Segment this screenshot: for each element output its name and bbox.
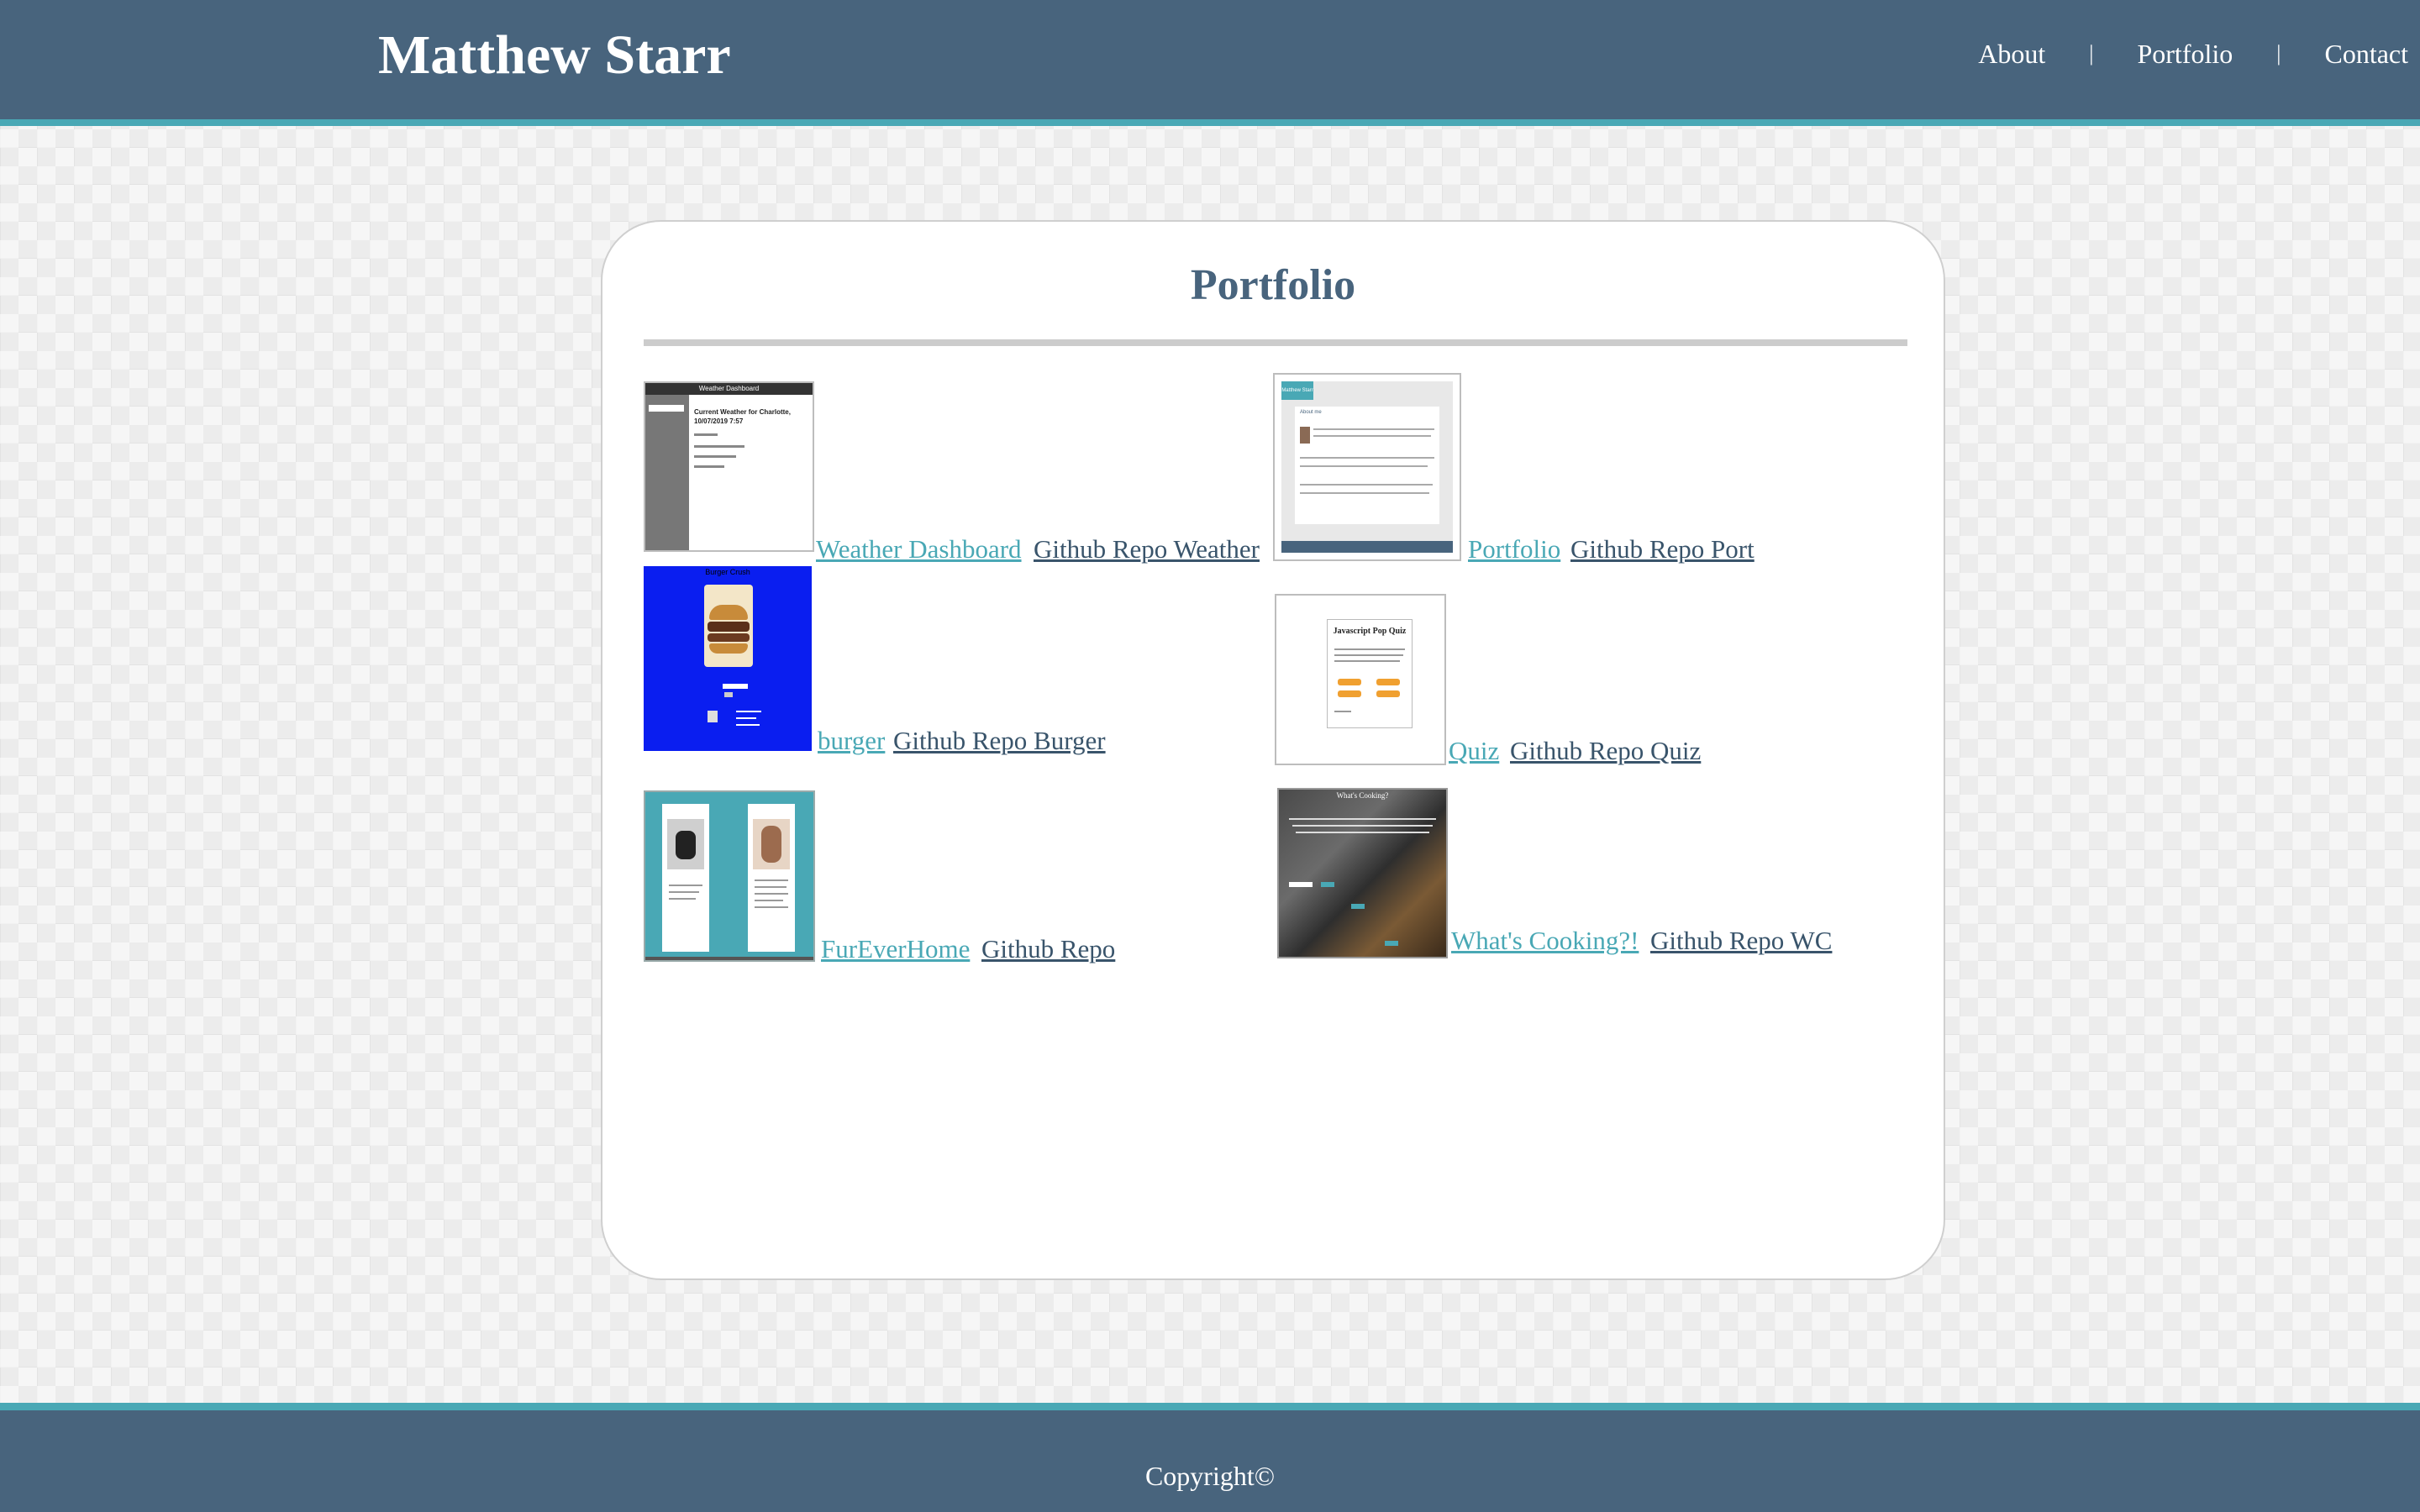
thumb-line bbox=[1313, 428, 1434, 430]
thumb-line bbox=[736, 724, 760, 726]
nav-separator: | bbox=[2276, 41, 2281, 66]
thumb-line bbox=[694, 455, 736, 458]
thumb-line bbox=[669, 891, 699, 893]
thumb-pet-photo bbox=[667, 819, 704, 869]
thumb-line bbox=[755, 906, 788, 908]
site-header: Matthew Starr About | Portfolio | Contac… bbox=[0, 0, 2420, 126]
thumb-line bbox=[755, 886, 786, 888]
copyright-text: Copyright© bbox=[1144, 1461, 1276, 1491]
thumb-line bbox=[1296, 832, 1429, 833]
thumb-avatar bbox=[1300, 427, 1310, 444]
thumb-line bbox=[1334, 711, 1351, 712]
thumb-line bbox=[1289, 818, 1436, 820]
weather-repo-link[interactable]: Github Repo Weather bbox=[1034, 534, 1260, 564]
thumb-button bbox=[1351, 904, 1365, 909]
thumb-bun bbox=[709, 605, 748, 620]
nav-portfolio-link[interactable]: Portfolio bbox=[2137, 39, 2233, 70]
thumb-input bbox=[723, 684, 748, 689]
thumb-button bbox=[708, 711, 718, 722]
thumb-patty bbox=[708, 633, 750, 642]
fureverhome-repo-link[interactable]: Github Repo bbox=[981, 934, 1115, 964]
thumb-footer bbox=[1281, 541, 1453, 553]
thumb-line bbox=[694, 445, 744, 448]
thumb-pet-card bbox=[662, 804, 709, 952]
quiz-thumbnail[interactable]: Javascript Pop Quiz bbox=[1275, 594, 1446, 765]
thumb-button bbox=[1385, 941, 1398, 946]
thumb-sidebar bbox=[645, 395, 689, 550]
thumb-quiz-card: Javascript Pop Quiz bbox=[1327, 619, 1413, 728]
thumb-line bbox=[736, 711, 761, 712]
thumb-bun bbox=[709, 643, 748, 654]
thumb-burger-card bbox=[704, 585, 753, 667]
thumb-line bbox=[736, 717, 756, 719]
title-divider bbox=[644, 339, 1907, 346]
thumb-line bbox=[755, 900, 783, 901]
burger-repo-link[interactable]: Github Repo Burger bbox=[893, 726, 1106, 756]
portfolio-repo-link[interactable]: Github Repo Port bbox=[1570, 534, 1754, 564]
whats-cooking-repo-link[interactable]: Github Repo WC bbox=[1650, 926, 1832, 956]
thumb-line bbox=[1334, 648, 1405, 650]
portfolio-card: Portfolio Weather Dashboard Current Weat… bbox=[601, 220, 1945, 1280]
thumb-line bbox=[669, 885, 702, 886]
thumb-section-title: About me bbox=[1300, 410, 1322, 415]
thumb-title: What's Cooking? bbox=[1336, 791, 1389, 800]
thumb-brand: Matthew Starr bbox=[1281, 381, 1313, 400]
thumb-patty bbox=[708, 622, 750, 632]
portfolio-link[interactable]: Portfolio bbox=[1468, 534, 1560, 564]
thumb-line bbox=[755, 879, 788, 881]
site-title[interactable]: Matthew Starr bbox=[378, 24, 731, 87]
thumb-header: Burger Crush bbox=[705, 568, 750, 576]
thumb-answer bbox=[1338, 690, 1361, 697]
fureverhome-thumbnail[interactable] bbox=[644, 790, 815, 962]
thumb-pet bbox=[761, 826, 781, 863]
thumb-pet-photo bbox=[753, 819, 790, 869]
thumb-input bbox=[1289, 882, 1313, 887]
thumb-page: Matthew Starr About me bbox=[1281, 381, 1453, 553]
whats-cooking-thumbnail[interactable]: What's Cooking? bbox=[1277, 788, 1448, 958]
thumb-line bbox=[1313, 435, 1431, 437]
page-title: Portfolio bbox=[1190, 261, 1356, 309]
quiz-link[interactable]: Quiz bbox=[1449, 736, 1499, 766]
thumb-content: About me bbox=[1295, 407, 1439, 524]
main-nav: About | Portfolio | Contact bbox=[1978, 34, 2420, 74]
nav-about-link[interactable]: About bbox=[1978, 39, 2045, 70]
thumb-answer bbox=[1338, 679, 1361, 685]
thumb-text: Current Weather for Charlotte, bbox=[694, 408, 791, 416]
thumb-dog bbox=[676, 831, 696, 859]
site-footer: Copyright© bbox=[0, 1403, 2420, 1512]
quiz-repo-link[interactable]: Github Repo Quiz bbox=[1510, 736, 1701, 766]
burger-link[interactable]: burger bbox=[818, 726, 885, 756]
thumb-line bbox=[1334, 660, 1400, 662]
portfolio-thumbnail[interactable]: Matthew Starr About me bbox=[1273, 373, 1461, 561]
thumb-header: Weather Dashboard bbox=[645, 383, 813, 395]
fureverhome-link[interactable]: FurEverHome bbox=[821, 934, 970, 964]
thumb-line bbox=[1300, 465, 1428, 467]
thumb-search-box bbox=[649, 405, 684, 412]
thumb-line bbox=[669, 898, 696, 900]
thumb-line bbox=[1292, 825, 1433, 827]
thumb-line bbox=[1300, 484, 1433, 486]
thumb-footer bbox=[645, 957, 813, 960]
weather-dashboard-link[interactable]: Weather Dashboard bbox=[816, 534, 1022, 564]
nav-separator: | bbox=[2089, 41, 2094, 66]
nav-contact-link[interactable]: Contact bbox=[2324, 39, 2408, 70]
thumb-line bbox=[1300, 492, 1429, 494]
thumb-title: Javascript Pop Quiz bbox=[1333, 627, 1407, 636]
thumb-line bbox=[694, 465, 724, 468]
thumb-text: 10/07/2019 7:57 bbox=[694, 417, 744, 425]
thumb-line bbox=[1334, 654, 1403, 656]
whats-cooking-link[interactable]: What's Cooking?! bbox=[1451, 926, 1639, 956]
thumb-answer bbox=[1376, 679, 1400, 685]
thumb-button bbox=[724, 692, 733, 697]
thumb-line bbox=[755, 893, 788, 895]
thumb-line bbox=[694, 433, 718, 436]
thumb-pet-card bbox=[748, 804, 795, 952]
thumb-answer bbox=[1376, 690, 1400, 697]
thumb-line bbox=[1300, 457, 1434, 459]
thumb-button bbox=[1321, 882, 1334, 887]
weather-dashboard-thumbnail[interactable]: Weather Dashboard Current Weather for Ch… bbox=[644, 381, 814, 552]
burger-thumbnail[interactable]: Burger Crush bbox=[644, 566, 812, 751]
